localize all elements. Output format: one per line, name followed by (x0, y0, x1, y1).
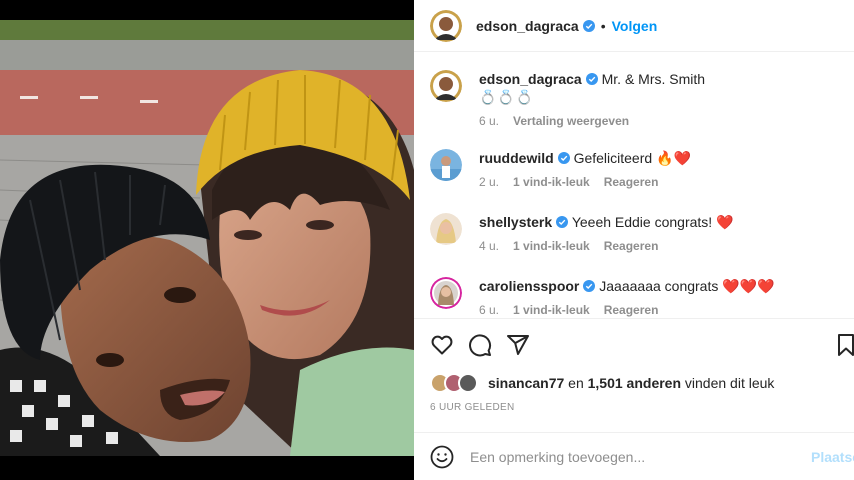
comment-time[interactable]: 4 u. (479, 239, 499, 253)
likes-connector: en (568, 375, 584, 391)
comment-icon[interactable] (468, 333, 492, 357)
post-photo[interactable] (0, 20, 414, 456)
avatar[interactable] (430, 277, 462, 309)
avatar[interactable] (430, 70, 462, 102)
avatar (458, 373, 478, 393)
heart-icon[interactable] (430, 333, 454, 357)
photo-pane (0, 0, 414, 480)
liker-avatars (430, 373, 482, 393)
comment-input[interactable] (470, 448, 790, 465)
comment-text: Yeeeh Eddie congrats! ❤️ (571, 214, 734, 230)
comment-text: Jaaaaaaa congrats ❤️❤️❤️ (599, 278, 775, 294)
comment-username[interactable]: ruuddewild (479, 150, 554, 166)
likes-row[interactable]: sinancan77 en 1,501 anderen vinden dit l… (430, 372, 774, 394)
post-panel: edson_dagraca • Volgen edson_dagraca Mr.… (414, 0, 854, 480)
comment-username[interactable]: shellysterk (479, 214, 552, 230)
comment-time[interactable]: 6 u. (479, 303, 499, 317)
comment-item: shellysterk Yeeeh Eddie congrats! ❤️ 4 u… (430, 213, 854, 253)
comment-time[interactable]: 6 u. (479, 114, 499, 128)
avatar[interactable] (430, 213, 462, 245)
comments-list[interactable]: edson_dagraca Mr. & Mrs. Smith 💍💍💍 6 u. … (414, 53, 854, 317)
verified-badge-icon (585, 73, 598, 85)
comment-item: ruuddewild Gefeliciteerd 🔥❤️ 2 u. 1 vind… (430, 149, 854, 189)
likes-others[interactable]: 1,501 anderen (588, 375, 681, 391)
reply-button[interactable]: Reageren (604, 239, 659, 253)
post-timestamp[interactable]: 6 UUR GELEDEN (430, 402, 514, 413)
reply-button[interactable]: Reageren (604, 303, 659, 317)
emoji-icon[interactable] (430, 445, 454, 469)
comment-time[interactable]: 2 u. (479, 175, 499, 189)
comment-item: caroliensspoor Jaaaaaaa congrats ❤️❤️❤️ … (430, 277, 854, 317)
verified-badge-icon (583, 280, 596, 292)
action-bar (414, 318, 854, 370)
verified-badge-icon (556, 216, 569, 228)
comment-likes[interactable]: 1 vind-ik-leuk (513, 303, 590, 317)
author-avatar[interactable] (430, 9, 462, 42)
separator-dot: • (600, 17, 606, 34)
avatar[interactable] (430, 149, 462, 181)
comment-text: Mr. & Mrs. Smith (601, 71, 706, 87)
likes-suffix: vinden dit leuk (684, 375, 775, 391)
share-icon[interactable] (506, 333, 530, 357)
bookmark-icon[interactable] (834, 333, 854, 357)
post-header: edson_dagraca • Volgen (414, 0, 854, 52)
verified-badge-icon (557, 152, 570, 164)
add-comment-bar: Plaatsen (414, 432, 854, 480)
comment-username[interactable]: edson_dagraca (479, 71, 582, 87)
ring-emojis: 💍💍💍 (479, 89, 535, 105)
caption: edson_dagraca Mr. & Mrs. Smith 💍💍💍 6 u. … (430, 70, 854, 128)
verified-badge-icon (582, 19, 595, 32)
follow-button[interactable]: Volgen (612, 18, 658, 34)
comment-username[interactable]: caroliensspoor (479, 278, 579, 294)
reply-button[interactable]: Reageren (604, 175, 659, 189)
comment-likes[interactable]: 1 vind-ik-leuk (513, 175, 590, 189)
translate-link[interactable]: Vertaling weergeven (513, 114, 629, 128)
comment-text: Gefeliciteerd 🔥❤️ (573, 150, 691, 166)
first-liker[interactable]: sinancan77 (488, 375, 564, 391)
comment-likes[interactable]: 1 vind-ik-leuk (513, 239, 590, 253)
author-username[interactable]: edson_dagraca (476, 18, 579, 34)
post-comment-button[interactable]: Plaatsen (811, 449, 854, 465)
